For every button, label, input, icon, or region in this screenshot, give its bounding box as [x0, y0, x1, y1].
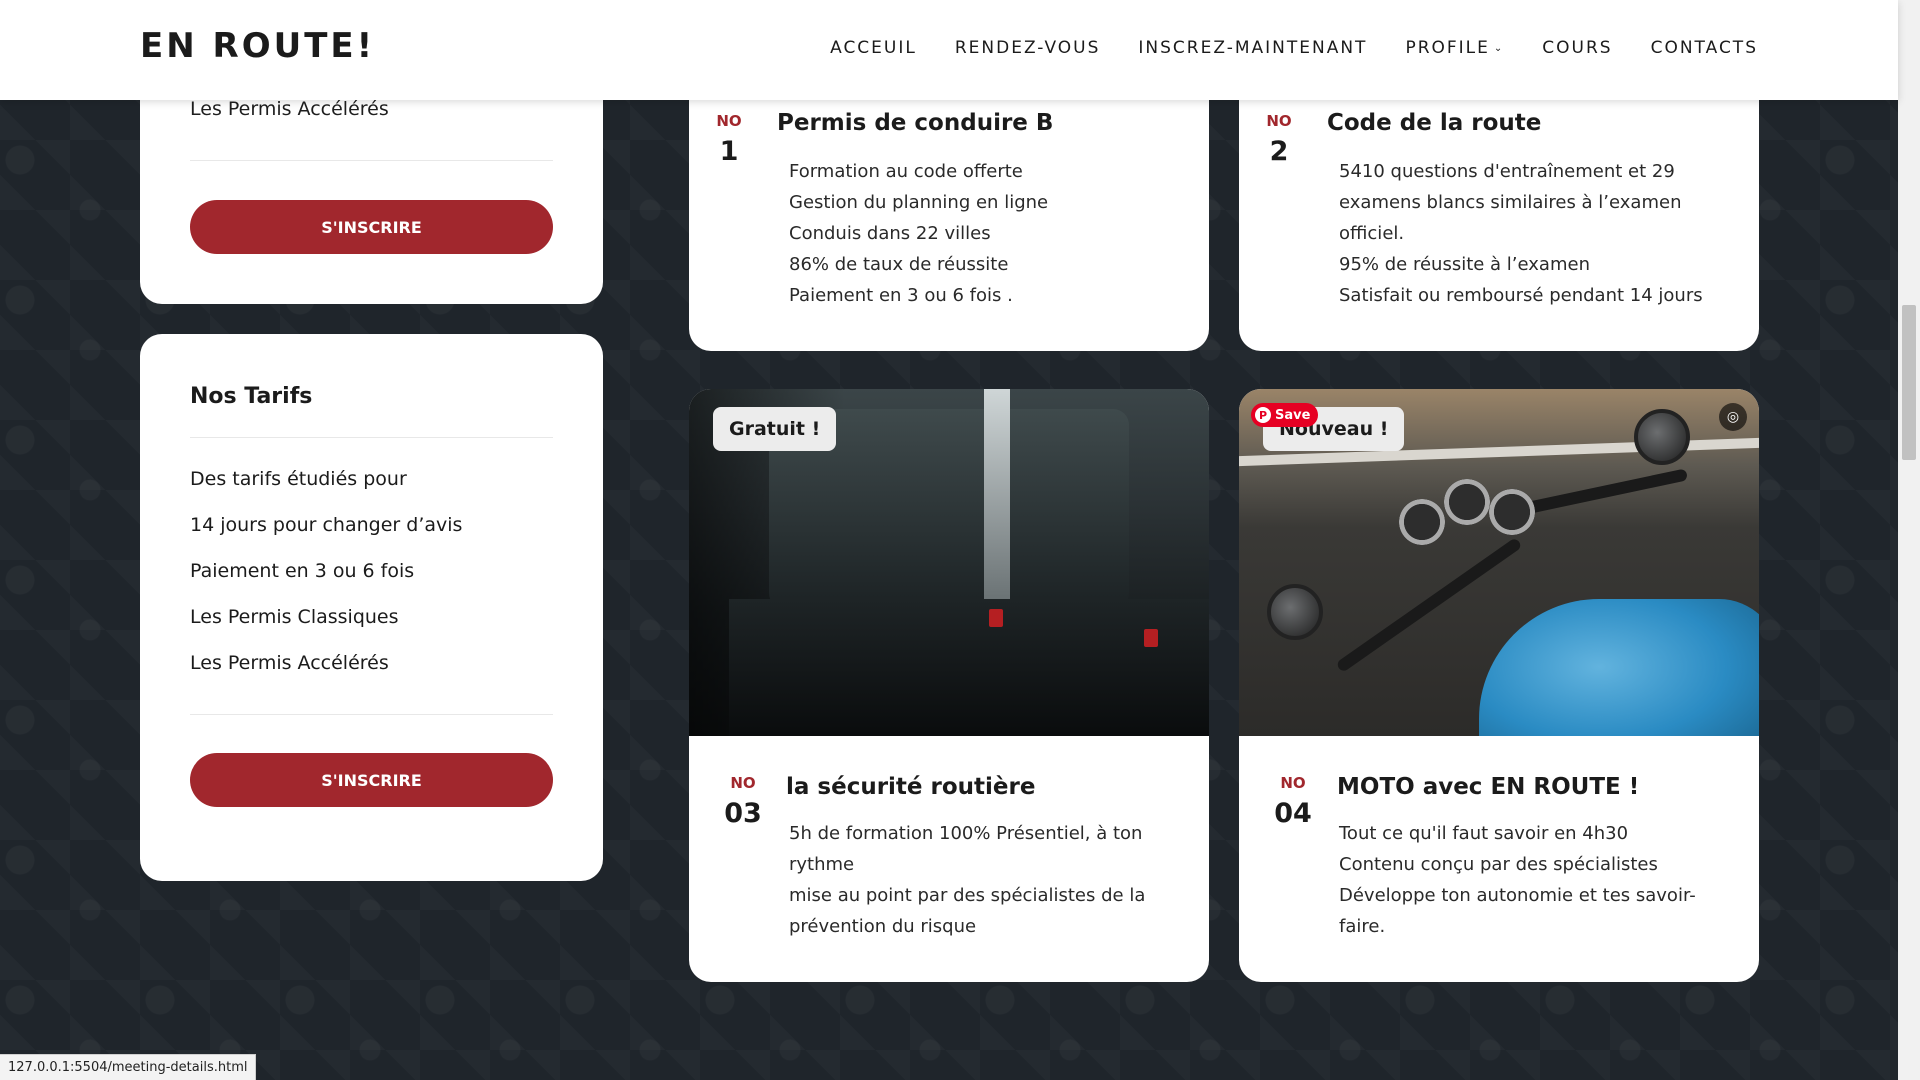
fuel-tank-shape: [1479, 599, 1759, 736]
course-details: 5h de formation 100% Présentiel, à ton r…: [789, 818, 1145, 942]
nav-label: PROFILE: [1405, 38, 1490, 58]
list-item: 14 jours pour changer d’avis: [190, 514, 463, 536]
gauge-shape: [1399, 499, 1445, 545]
gauge-shape: [1489, 489, 1535, 535]
pin-save-label: Save: [1275, 407, 1311, 423]
nav-label: INSCREZ-MAINTENANT: [1138, 38, 1368, 58]
course-number: NO 03: [719, 774, 767, 829]
link-status-bar: 127.0.0.1:5504/meeting-details.html: [0, 1054, 257, 1080]
sidebar-item: Les Permis Accélérés: [190, 98, 389, 120]
divider: [190, 437, 553, 438]
tarifs-title: Nos Tarifs: [190, 384, 313, 409]
pinterest-icon: P: [1255, 407, 1271, 423]
list-item: Paiement en 3 ou 6 fois: [190, 560, 415, 582]
detail-line: rythme: [789, 854, 855, 875]
chevron-down-icon: ⌄: [1493, 42, 1505, 54]
nav-cours[interactable]: COURS: [1542, 38, 1612, 58]
course-card-securite-routiere[interactable]: Gratuit ! NO 03 la sécurité routière 5h …: [689, 389, 1209, 982]
course-title[interactable]: Code de la route: [1327, 110, 1541, 136]
detail-line: faire.: [1339, 916, 1386, 937]
detail-line: 5h de formation 100% Présentiel, à ton: [789, 823, 1143, 844]
no-value: 1: [719, 136, 739, 167]
mirror-shape: [1267, 584, 1323, 640]
nav-profile[interactable]: PROFILE ⌄: [1405, 38, 1504, 58]
no-label: NO: [1266, 112, 1292, 130]
detail-line: Développe ton autonomie et tes savoir-: [1339, 885, 1696, 906]
course-card-moto[interactable]: Nouveau ! P Save ◎ NO 04 MOTO avec EN RO…: [1239, 389, 1759, 982]
nav-label: COURS: [1542, 38, 1613, 58]
gauge-shape: [1444, 479, 1490, 525]
detail-line: officiel.: [1339, 223, 1405, 244]
detail-line: examens blancs similaires à l’examen: [1339, 192, 1682, 213]
no-label: NO: [1280, 774, 1306, 792]
car-seat-image[interactable]: Gratuit !: [689, 389, 1209, 736]
course-title[interactable]: la sécurité routière: [786, 774, 1035, 800]
scrollbar-thumb[interactable]: [1902, 305, 1916, 460]
detail-line: mise au point par des spécialistes de la: [789, 885, 1146, 906]
course-details: Formation au code offerte Gestion du pla…: [789, 156, 1048, 311]
divider: [190, 160, 553, 161]
detail-line: prévention du risque: [789, 916, 977, 937]
seat-base-shape: [729, 599, 1209, 736]
badge-gratuit: Gratuit !: [713, 407, 837, 451]
detail-line: Paiement en 3 ou 6 fois .: [789, 285, 1013, 306]
sidebar-card-tarifs: Nos Tarifs Des tarifs étudiés pour 14 jo…: [140, 334, 603, 881]
list-item: Des tarifs étudiés pour: [190, 468, 407, 490]
no-value: 04: [1274, 798, 1312, 829]
detail-line: 95% de réussite à l’examen: [1339, 254, 1590, 275]
site-logo[interactable]: EN ROUTE!: [140, 26, 375, 66]
no-value: 2: [1269, 136, 1289, 167]
no-label: NO: [730, 774, 756, 792]
course-details: Tout ce qu'il faut savoir en 4h30 Conten…: [1339, 818, 1696, 942]
no-value: 03: [724, 798, 762, 829]
nav-label: CONTACTS: [1650, 38, 1758, 58]
inscrire-button[interactable]: S'INSCRIRE: [190, 753, 553, 807]
detail-line: Conduis dans 22 villes: [789, 223, 991, 244]
page-scrollbar[interactable]: [1898, 0, 1920, 1080]
course-number: NO 1: [705, 112, 753, 167]
handlebar-shape: [1335, 536, 1523, 674]
detail-line: 86% de taux de réussite: [789, 254, 1009, 275]
seatbelt-shape: [984, 389, 1010, 599]
course-card-permis-b[interactable]: NO 1 Permis de conduire B Formation au c…: [689, 60, 1209, 351]
pinterest-save-button[interactable]: P Save: [1251, 403, 1319, 427]
nav-contacts[interactable]: CONTACTS: [1651, 38, 1758, 58]
course-details: 5410 questions d'entraînement et 29 exam…: [1339, 156, 1703, 311]
mirror-shape: [1634, 409, 1690, 465]
main-nav: ACCEUIL RENDEZ-VOUS INSCREZ-MAINTENANT P…: [830, 38, 1758, 58]
nav-label: RENDEZ-VOUS: [954, 38, 1101, 58]
course-card-code-route[interactable]: NO 2 Code de la route 5410 questions d'e…: [1239, 60, 1759, 351]
course-title[interactable]: MOTO avec EN ROUTE !: [1337, 774, 1639, 800]
tarifs-list: Des tarifs étudiés pour 14 jours pour ch…: [190, 468, 553, 674]
list-item: Les Permis Classiques: [190, 606, 399, 628]
buckle-shape: [1144, 629, 1158, 647]
nav-rendez-vous[interactable]: RENDEZ-VOUS: [955, 38, 1101, 58]
detail-line: Tout ce qu'il faut savoir en 4h30: [1339, 823, 1629, 844]
nav-inscrez-maintenant[interactable]: INSCREZ-MAINTENANT: [1138, 38, 1367, 58]
detail-line: 5410 questions d'entraînement et 29: [1339, 161, 1675, 182]
no-label: NO: [716, 112, 742, 130]
motorcycle-image[interactable]: Nouveau ! P Save ◎: [1239, 389, 1759, 736]
nav-acceuil[interactable]: ACCEUIL: [830, 38, 917, 58]
detail-line: Formation au code offerte: [789, 161, 1023, 182]
detail-line: Contenu conçu par des spécialistes: [1339, 854, 1658, 875]
lens-search-icon[interactable]: ◎: [1719, 403, 1747, 431]
buckle-shape: [989, 609, 1003, 627]
nav-label: ACCEUIL: [830, 38, 917, 58]
course-number: NO 2: [1255, 112, 1303, 167]
detail-line: Gestion du planning en ligne: [789, 192, 1049, 213]
site-header: EN ROUTE! ACCEUIL RENDEZ-VOUS INSCREZ-MA…: [0, 0, 1898, 100]
list-item: Les Permis Accélérés: [190, 652, 389, 674]
course-number: NO 04: [1269, 774, 1317, 829]
course-title[interactable]: Permis de conduire B: [777, 110, 1053, 136]
inscrire-button[interactable]: S'INSCRIRE: [190, 200, 553, 254]
divider: [190, 714, 553, 715]
detail-line: Satisfait ou remboursé pendant 14 jours: [1339, 285, 1703, 306]
